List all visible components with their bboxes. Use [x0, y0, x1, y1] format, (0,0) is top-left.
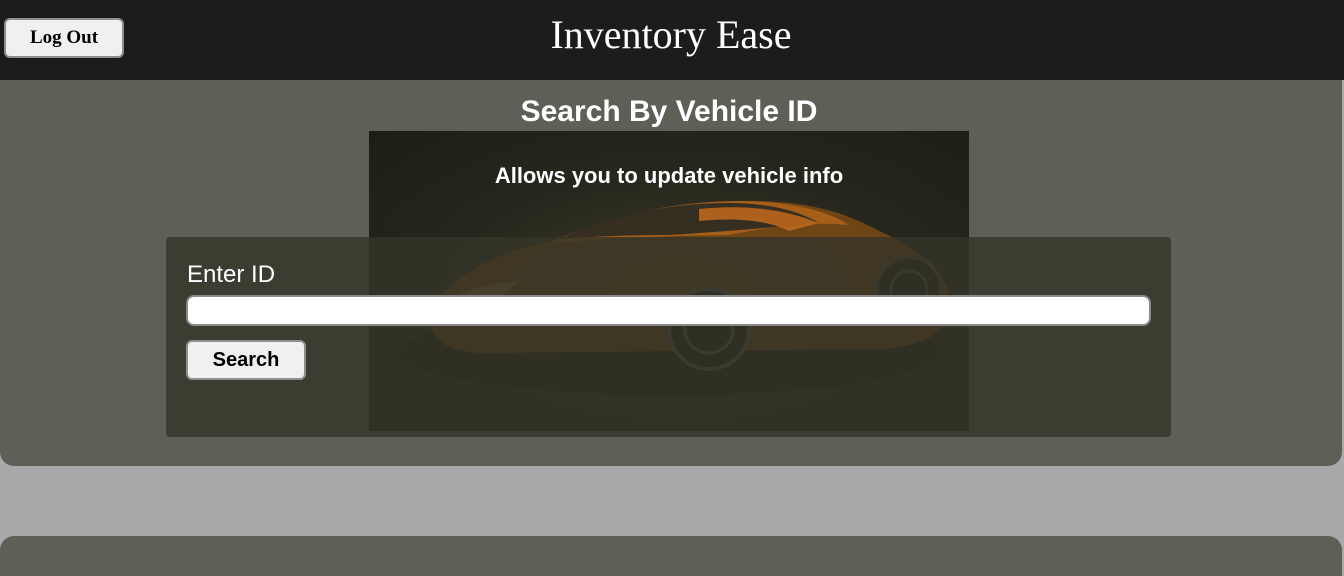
search-form: Enter ID Search	[166, 237, 1171, 437]
enter-id-label: Enter ID	[187, 261, 276, 288]
secondary-panel	[0, 536, 1342, 576]
search-button[interactable]: Search	[186, 340, 306, 380]
app-header: Log Out Inventory Ease	[0, 0, 1344, 80]
hero-caption: Allows you to update vehicle info	[494, 163, 844, 188]
search-by-id-panel: Search By Vehicle ID Allows you to updat…	[0, 80, 1342, 466]
app-title: Inventory Ease	[550, 12, 792, 57]
panel-title: Search By Vehicle ID	[520, 95, 818, 128]
vehicle-id-input[interactable]	[186, 295, 1151, 326]
